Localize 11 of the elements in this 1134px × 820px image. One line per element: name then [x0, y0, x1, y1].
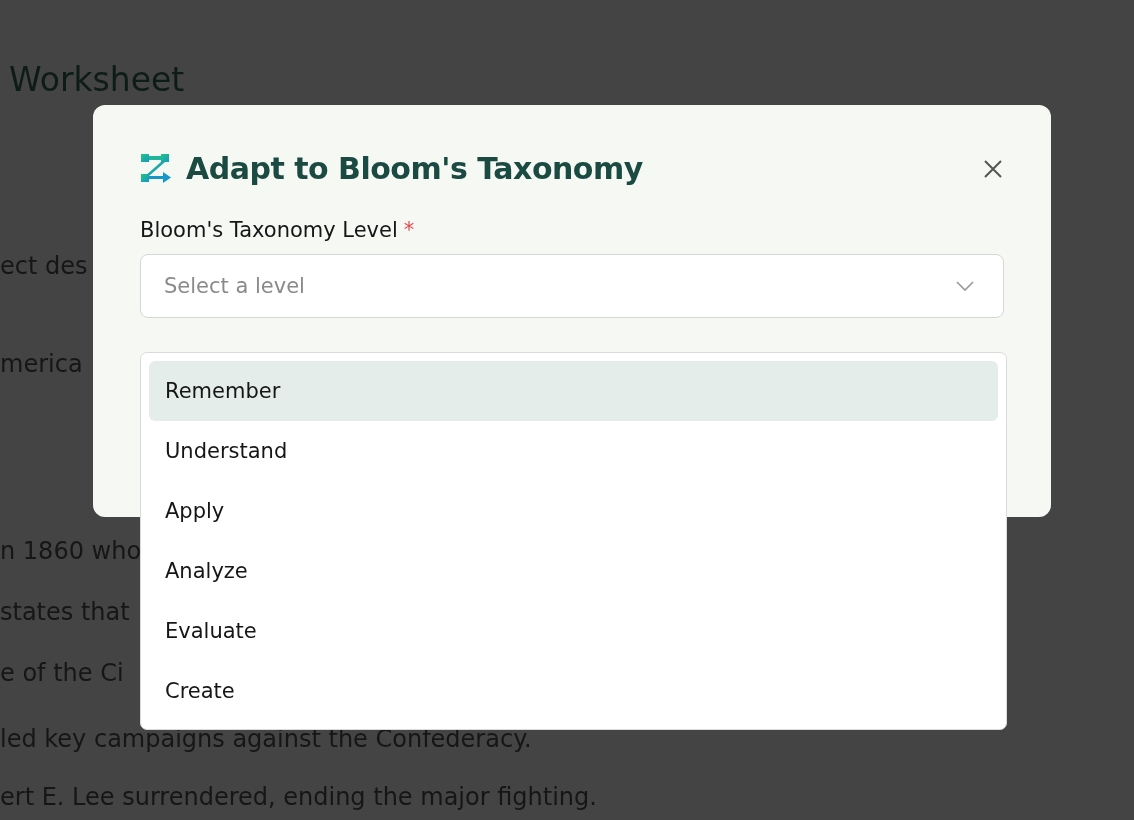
field-label: Bloom's Taxonomy Level — [140, 218, 398, 242]
dropdown-option[interactable]: Apply — [149, 481, 998, 541]
dropdown-option[interactable]: Analyze — [149, 541, 998, 601]
required-mark: * — [403, 218, 415, 242]
chevron-icon — [955, 280, 975, 292]
dropdown-option[interactable]: Evaluate — [149, 601, 998, 661]
dropdown-option[interactable]: Understand — [149, 421, 998, 481]
dropdown-option[interactable]: Create — [149, 661, 998, 721]
dropdown-option[interactable]: Remember — [149, 361, 998, 421]
logo-icon — [140, 152, 172, 185]
dialog-title: Adapt to Bloom's Taxonomy — [186, 151, 644, 186]
